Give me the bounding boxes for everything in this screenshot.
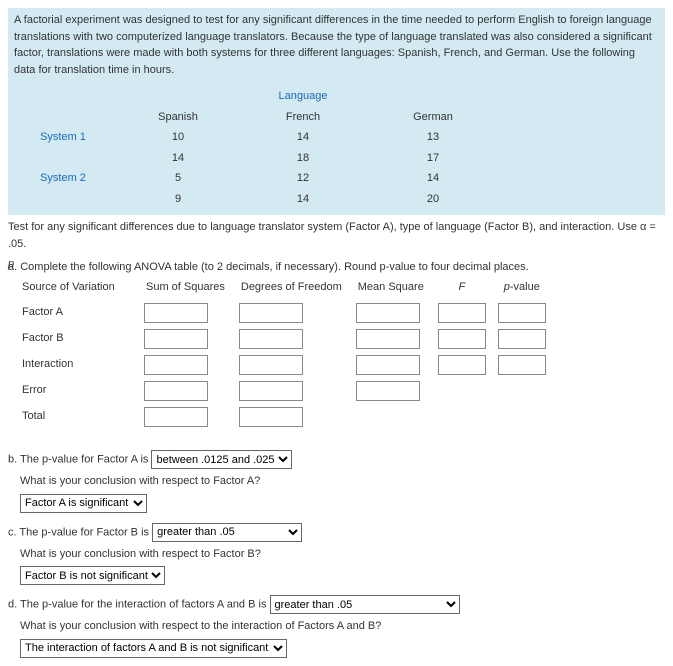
input-error-ss[interactable] [144, 381, 208, 401]
anova-source-factor-b: Factor B [22, 326, 138, 352]
input-interaction-ss[interactable] [144, 355, 208, 375]
input-total-ss[interactable] [144, 407, 208, 427]
data-table-container: Language Spanish French German System 1 … [8, 82, 665, 215]
data-cell: 18 [238, 148, 368, 169]
anova-header-ms: Mean Square [350, 279, 432, 300]
col-header-spanish: Spanish [118, 107, 238, 128]
row-label [8, 148, 118, 169]
anova-header-source: Source of Variation [22, 279, 138, 300]
anova-source-interaction: Interaction [22, 352, 138, 378]
part-d-line: d. The p-value for the interaction of fa… [8, 595, 665, 614]
row-label-system-1: System 1 [8, 127, 118, 148]
data-cell: 13 [368, 127, 498, 148]
part-b-line: b. The p-value for Factor A is between .… [8, 450, 665, 469]
select-conclusion-factor-a[interactable]: Factor A is significant [20, 494, 147, 513]
part-d-text: d. The p-value for the interaction of fa… [8, 599, 266, 611]
language-super-header: Language [238, 86, 368, 107]
anova-table: Source of Variation Sum of Squares Degre… [22, 279, 552, 430]
input-factor-a-f[interactable] [438, 303, 486, 323]
test-instruction: Test for any significant differences due… [8, 219, 665, 252]
anova-source-error: Error [22, 378, 138, 404]
anova-header-pvalue: p-value [492, 279, 552, 300]
input-factor-a-ss[interactable] [144, 303, 208, 323]
anova-header-f: F [432, 279, 492, 300]
part-a-prompt-text: a. Complete the following ANOVA table (t… [8, 259, 665, 276]
data-cell: 9 [118, 189, 238, 210]
select-pvalue-factor-b[interactable]: greater than .05 [152, 523, 302, 542]
data-cell: 14 [118, 148, 238, 169]
input-interaction-ms[interactable] [356, 355, 420, 375]
data-cell: 10 [118, 127, 238, 148]
input-factor-a-ms[interactable] [356, 303, 420, 323]
select-conclusion-interaction[interactable]: The interaction of factors A and B is no… [20, 639, 287, 658]
input-factor-b-p[interactable] [498, 329, 546, 349]
input-total-df[interactable] [239, 407, 303, 427]
row-label [8, 189, 118, 210]
input-factor-b-df[interactable] [239, 329, 303, 349]
col-header-french: French [238, 107, 368, 128]
anova-header-df: Degrees of Freedom [233, 279, 350, 300]
data-cell: 20 [368, 189, 498, 210]
input-factor-a-p[interactable] [498, 303, 546, 323]
input-error-df[interactable] [239, 381, 303, 401]
input-factor-b-f[interactable] [438, 329, 486, 349]
select-pvalue-interaction[interactable]: greater than .05 [270, 595, 460, 614]
col-header-german: German [368, 107, 498, 128]
part-d-question: What is your conclusion with respect to … [20, 618, 665, 635]
part-c-question: What is your conclusion with respect to … [20, 546, 665, 563]
anova-source-total: Total [22, 404, 138, 430]
anova-source-factor-a: Factor A [22, 300, 138, 326]
select-conclusion-factor-b[interactable]: Factor B is not significant [20, 566, 165, 585]
select-pvalue-factor-a[interactable]: between .0125 and .025 [151, 450, 292, 469]
part-c-text: c. The p-value for Factor B is [8, 526, 149, 538]
data-cell: 14 [238, 189, 368, 210]
data-cell: 14 [368, 168, 498, 189]
data-table: Language Spanish French German System 1 … [8, 86, 665, 209]
row-label-system-2: System 2 [8, 168, 118, 189]
data-cell: 12 [238, 168, 368, 189]
data-cell: 17 [368, 148, 498, 169]
part-c-line: c. The p-value for Factor B is greater t… [8, 523, 665, 542]
part-b-question: What is your conclusion with respect to … [20, 473, 665, 490]
part-b-text: b. The p-value for Factor A is [8, 454, 148, 466]
input-factor-b-ms[interactable] [356, 329, 420, 349]
input-interaction-p[interactable] [498, 355, 546, 375]
anova-header-ss: Sum of Squares [138, 279, 233, 300]
input-interaction-df[interactable] [239, 355, 303, 375]
input-interaction-f[interactable] [438, 355, 486, 375]
input-factor-a-df[interactable] [239, 303, 303, 323]
input-error-ms[interactable] [356, 381, 420, 401]
data-cell: 5 [118, 168, 238, 189]
input-factor-b-ss[interactable] [144, 329, 208, 349]
data-cell: 14 [238, 127, 368, 148]
intro-paragraph: A factorial experiment was designed to t… [8, 8, 665, 82]
